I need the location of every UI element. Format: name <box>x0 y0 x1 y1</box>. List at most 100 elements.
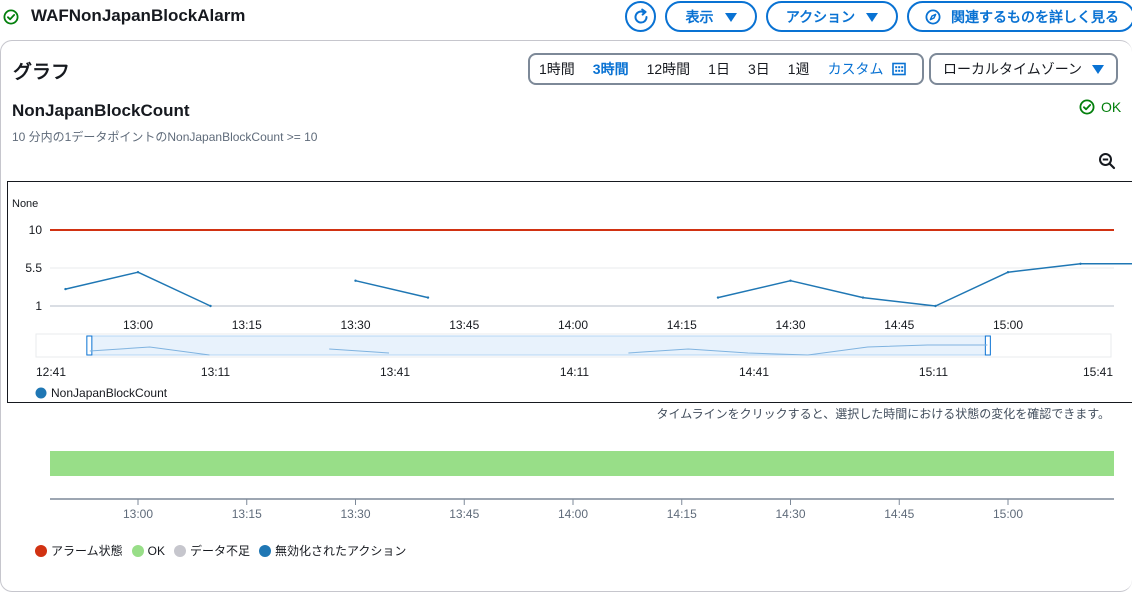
alarm-header: WAFNonJapanBlockAlarm 表示 アクション 関連するものを詳し… <box>0 0 1132 34</box>
x-tick-label: 14:30 <box>775 318 805 332</box>
data-point <box>1006 271 1010 274</box>
navigator-tick-label: 15:11 <box>919 365 948 379</box>
actions-button-label: アクション <box>785 8 856 25</box>
data-point <box>209 304 212 308</box>
navigator-tick-label: 15:41 <box>1083 365 1113 379</box>
data-point <box>716 296 720 299</box>
navigator-tick-label: 13:41 <box>380 365 410 379</box>
series-line-segment <box>717 263 1132 307</box>
ok-dot <box>131 544 144 557</box>
timeline-tick-label: 13:45 <box>449 507 479 521</box>
range-custom[interactable]: カスタム <box>819 59 915 79</box>
compass-icon <box>925 9 941 24</box>
y-unit-label: None <box>12 198 38 210</box>
x-tick-label: 13:00 <box>123 318 153 332</box>
time-range-selector: 1時間 3時間 12時間 1日 3日 1週 カスタム <box>528 53 924 85</box>
range-1h[interactable]: 1時間 <box>530 59 584 79</box>
x-tick-label: 13:30 <box>340 318 370 332</box>
legend-series-dot <box>35 387 47 399</box>
data-point <box>789 279 792 282</box>
x-tick-label: 14:45 <box>884 318 914 332</box>
x-tick-label: 14:00 <box>558 318 588 332</box>
timeline-hint: タイムラインをクリックすると、選択した時間における状態の変化を確認できます。 <box>656 407 1110 421</box>
range-3d[interactable]: 3日 <box>739 59 779 79</box>
data-point <box>136 271 140 274</box>
range-navigator <box>35 333 1112 358</box>
alarm-title: WAFNonJapanBlockAlarm <box>31 6 246 25</box>
legend-ok-label: OK <box>147 543 165 558</box>
caret-down-icon <box>1092 65 1104 74</box>
data-point <box>426 296 430 299</box>
data-point <box>861 296 865 299</box>
ok-state-label: OK <box>1101 99 1122 115</box>
metric-graph[interactable]: None 1 5.5 10 13:00 13:15 13:30 13:45 14:00 14:15… <box>7 181 1132 403</box>
legend-series-label: NonJapanBlockCount <box>51 386 168 400</box>
legend-insufficient-label: データ不足 <box>189 544 250 558</box>
navigator-tick-label: 12:41 <box>36 365 66 379</box>
timeline-tick-label: 14:15 <box>667 507 697 521</box>
navigator-tick-label: 14:41 <box>739 365 769 379</box>
range-12h[interactable]: 12時間 <box>638 59 700 79</box>
timeline-tick-label: 14:00 <box>558 507 588 521</box>
x-tick-label: 13:45 <box>449 318 479 332</box>
x-tick-label: 13:15 <box>232 318 262 332</box>
data-point <box>934 304 937 308</box>
y-tick-label: 1 <box>35 299 42 313</box>
metric-chart[interactable]: None 1 5.5 10 13:00 13:15 13:30 13:45 14:00 14:15… <box>8 182 1132 402</box>
view-dropdown-button[interactable]: 表示 <box>665 1 757 32</box>
range-custom-label: カスタム <box>827 61 884 77</box>
navigator-selection <box>89 335 988 356</box>
data-point <box>64 287 67 291</box>
caret-down-icon <box>866 12 879 22</box>
legend-insufficient: データ不足 <box>173 542 250 559</box>
legend-alarm: アラーム状態 <box>35 542 123 559</box>
timeline-tick-label: 14:45 <box>884 507 914 521</box>
data-point <box>354 279 357 282</box>
ok-state-badge: OK <box>1079 99 1121 115</box>
legend-disabled-label: 無効化されたアクション <box>275 544 407 558</box>
disabled-dot <box>259 544 271 557</box>
timezone-select[interactable]: ローカルタイムゾーン <box>929 53 1118 85</box>
y-tick-label: 10 <box>29 223 43 237</box>
timezone-label: ローカルタイムゾーン <box>943 61 1083 77</box>
navigator-handle-left <box>86 335 93 356</box>
navigator-tick-label: 14:11 <box>560 365 589 379</box>
metric-title: NonJapanBlockCount <box>12 101 190 120</box>
ok-state-band <box>50 451 1114 476</box>
metric-description: 10 分内の1データポイントのNonJapanBlockCount >= 10 <box>12 130 318 144</box>
explore-related-button[interactable]: 関連するものを詳しく見る <box>907 1 1132 32</box>
timeline-tick-label: 13:30 <box>340 507 370 521</box>
timeline-tick-label: 13:15 <box>232 507 262 521</box>
legend-disabled: 無効化されたアクション <box>259 542 406 559</box>
view-button-label: 表示 <box>685 8 714 25</box>
actions-dropdown-button[interactable]: アクション <box>766 1 898 32</box>
explore-button-label: 関連するものを詳しく見る <box>951 8 1119 25</box>
legend-ok: OK <box>131 543 165 558</box>
state-timeline[interactable]: 13:00 13:15 13:30 13:45 14:00 14:15 14:30 14:45… <box>0 440 1132 530</box>
state-legend: アラーム状態 OK データ不足 無効化されたアクション <box>35 542 415 559</box>
section-title: グラフ <box>13 62 71 83</box>
range-3h[interactable]: 3時間 <box>584 59 638 79</box>
zoom-out-icon[interactable] <box>1098 152 1116 170</box>
ok-status-icon <box>3 9 19 25</box>
series-line-segment <box>355 279 429 299</box>
timeline-tick-label: 14:30 <box>775 507 805 521</box>
calendar-icon <box>891 62 906 76</box>
caret-down-icon <box>724 12 737 22</box>
data-point <box>1079 262 1082 265</box>
alarm-dot <box>35 544 47 557</box>
series-line-segment <box>65 271 211 307</box>
x-tick-label: 15:00 <box>993 318 1023 332</box>
refresh-button[interactable] <box>625 1 656 32</box>
y-tick-label: 5.5 <box>25 261 42 275</box>
timeline-tick-label: 15:00 <box>993 507 1023 521</box>
ok-check-icon <box>1079 99 1095 115</box>
range-1w[interactable]: 1週 <box>779 59 819 79</box>
legend-alarm-label: アラーム状態 <box>51 544 123 558</box>
range-1d[interactable]: 1日 <box>699 59 739 79</box>
x-tick-label: 14:15 <box>667 318 697 332</box>
navigator-tick-label: 13:11 <box>201 365 230 379</box>
refresh-icon <box>634 8 648 23</box>
insufficient-dot <box>173 544 186 557</box>
timeline-tick-label: 13:00 <box>123 507 153 521</box>
